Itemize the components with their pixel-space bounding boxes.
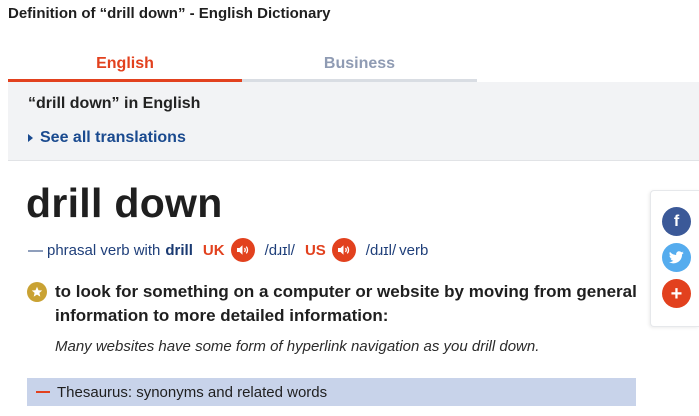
caret-right-icon <box>28 134 33 142</box>
translations-panel: “drill down” in English See all translat… <box>8 82 699 161</box>
see-all-translations-link[interactable]: See all translations <box>28 129 186 147</box>
social-share-bar: f + <box>650 190 699 327</box>
speaker-icon <box>337 245 349 255</box>
uk-label: UK <box>202 241 225 259</box>
uk-ipa: /dɹɪl/ <box>264 241 295 259</box>
page-title: Definition of “drill down” - English Dic… <box>8 5 331 22</box>
us-part-of-speech: verb <box>399 241 429 259</box>
base-word-link[interactable]: drill <box>165 242 193 259</box>
speaker-icon <box>236 245 248 255</box>
thesaurus-toggle[interactable]: Thesaurus: synonyms and related words <box>27 378 636 406</box>
example-sentence: Many websites have some form of hyperlin… <box>55 338 540 355</box>
minus-icon <box>36 391 50 393</box>
headword: drill down <box>26 180 223 226</box>
translations-heading: “drill down” in English <box>28 95 201 112</box>
tab-business[interactable]: Business <box>242 48 477 82</box>
uk-audio-button[interactable] <box>230 238 255 262</box>
us-audio-button[interactable] <box>331 238 356 262</box>
star-icon <box>27 282 47 302</box>
definition-text: to look for something on a computer or w… <box>55 282 637 325</box>
dictionary-tabs: English Business <box>8 48 477 82</box>
us-ipa: /dɹɪl/ <box>365 241 397 259</box>
facebook-icon[interactable]: f <box>662 207 691 236</box>
thesaurus-label: Thesaurus: synonyms and related words <box>57 383 328 401</box>
pos-dash: — <box>28 241 43 259</box>
us-label: US <box>304 241 326 259</box>
pronunciation-line: — phrasal verb with drill UK /dɹɪl/ US /… <box>28 238 428 262</box>
see-all-translations-label: See all translations <box>40 129 186 146</box>
tab-english[interactable]: English <box>8 48 242 82</box>
plus-icon[interactable]: + <box>662 279 691 308</box>
part-of-speech: phrasal verb with <box>47 241 161 259</box>
twitter-icon[interactable] <box>662 243 691 272</box>
